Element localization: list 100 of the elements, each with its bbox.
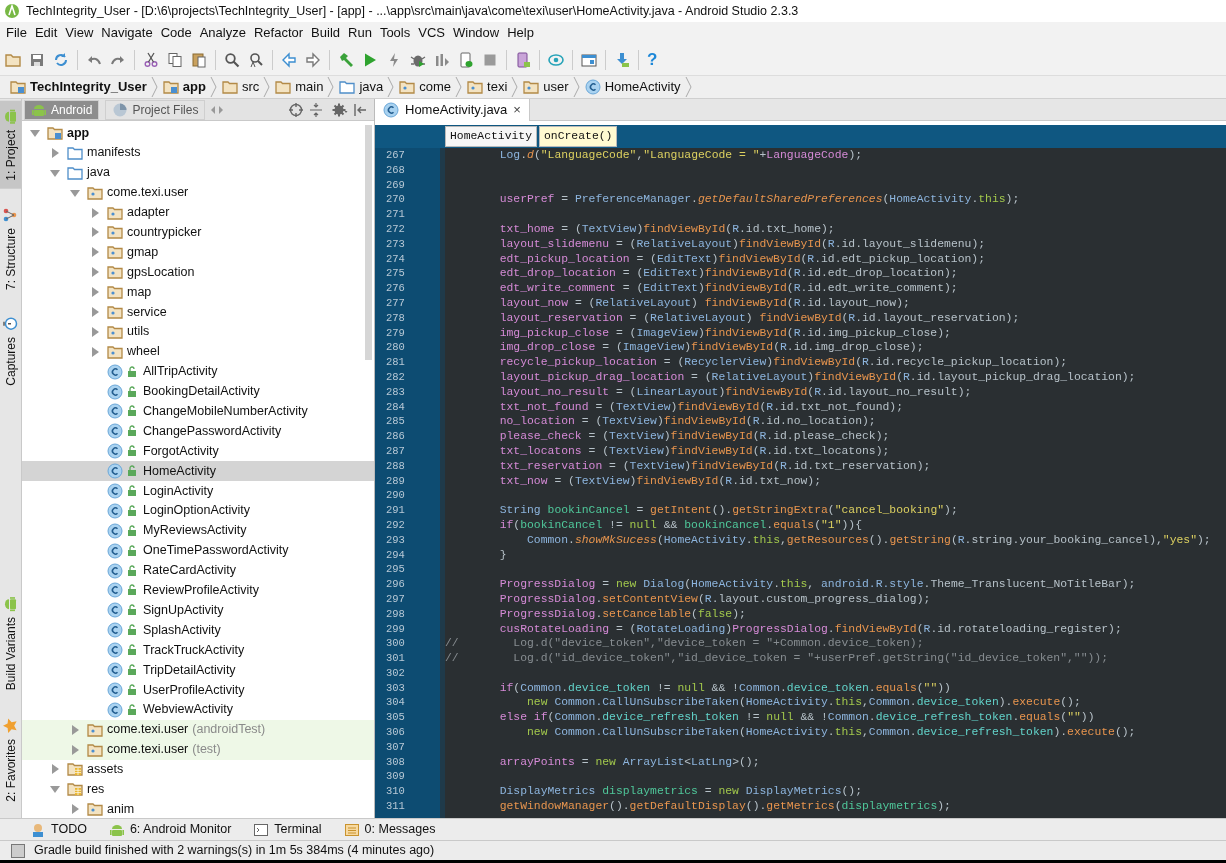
tree-item[interactable]: LoginActivity: [22, 481, 374, 501]
menu-item[interactable]: Run: [344, 23, 376, 43]
tree-item[interactable]: come.texi.user: [22, 182, 374, 203]
menu-item[interactable]: Analyze: [195, 23, 250, 43]
tree-item[interactable]: countrypicker: [22, 222, 374, 243]
tool-window-tab[interactable]: Captures: [0, 307, 21, 394]
context-breadcrumb[interactable]: onCreate(): [539, 125, 618, 148]
save-icon[interactable]: [29, 51, 45, 68]
tree-item[interactable]: ReviewProfileActivity: [22, 580, 374, 601]
paste-icon[interactable]: [191, 51, 207, 68]
copy-icon[interactable]: [167, 51, 183, 68]
menu-item[interactable]: Build: [307, 23, 344, 43]
menu-item[interactable]: VCS: [414, 23, 449, 43]
cut-icon[interactable]: [143, 51, 159, 68]
tree-item[interactable]: ChangePasswordActivity: [22, 421, 374, 442]
menu-item[interactable]: Edit: [30, 23, 62, 43]
tool-window-button[interactable]: TODO: [30, 820, 87, 839]
tool-window-tab[interactable]: 1: Project: [0, 101, 21, 189]
tree-item[interactable]: HomeActivity: [22, 461, 374, 482]
context-breadcrumb[interactable]: HomeActivity: [445, 125, 538, 148]
tree-item[interactable]: adapter: [22, 202, 374, 223]
tree-item[interactable]: UserProfileActivity: [22, 679, 374, 700]
tree-item[interactable]: MyReviewsActivity: [22, 520, 374, 541]
tree-item[interactable]: ForgotActivity: [22, 441, 374, 462]
breadcrumb[interactable]: texi: [463, 76, 520, 98]
tree-item[interactable]: LoginOptionActivity: [22, 500, 374, 521]
hide-icon[interactable]: [352, 101, 368, 118]
tool-window-tab[interactable]: 7: Structure: [0, 198, 21, 298]
open-folder-icon[interactable]: [5, 51, 21, 68]
tree-item[interactable]: RateCardActivity: [22, 560, 374, 581]
tree-item[interactable]: service: [22, 302, 374, 322]
tree-item[interactable]: res: [22, 779, 374, 800]
tree-item[interactable]: anim: [22, 799, 374, 818]
menu-item[interactable]: Window: [448, 23, 504, 43]
tree-item[interactable]: TrackTruckActivity: [22, 640, 374, 661]
pane-tab[interactable]: Project Files: [105, 100, 206, 120]
tree-item[interactable]: gpsLocation: [22, 262, 374, 283]
settings-icon[interactable]: [332, 101, 348, 118]
tree-item[interactable]: manifests: [22, 142, 374, 163]
tool-window-button[interactable]: 6: Android Monitor: [108, 820, 232, 839]
menu-item[interactable]: Tools: [375, 23, 415, 43]
tree-item[interactable]: assets: [22, 759, 374, 780]
bars-icon[interactable]: [434, 51, 450, 68]
close-button[interactable]: ×: [513, 100, 521, 120]
menu-item[interactable]: Help: [503, 23, 538, 43]
tree-item[interactable]: utils: [22, 321, 374, 342]
phone-icon[interactable]: [515, 51, 531, 68]
tree-item[interactable]: java: [22, 162, 374, 183]
tree-item[interactable]: ChangeMobileNumberActivity: [22, 401, 374, 422]
code-line: txt_reservation = (TextView)findViewById(R.id.txt_reservation);: [498, 458, 932, 474]
tree-item[interactable]: wheel: [22, 341, 374, 362]
breadcrumb[interactable]: main: [271, 76, 336, 98]
tree-item[interactable]: AllTripActivity: [22, 361, 374, 382]
tree-item[interactable]: app: [22, 123, 374, 143]
menu-item[interactable]: Navigate: [97, 23, 157, 43]
line-number: 307: [385, 739, 406, 755]
run-icon[interactable]: [362, 51, 378, 68]
breadcrumb[interactable]: come: [395, 76, 464, 98]
lock-icon: [127, 524, 137, 537]
back-icon[interactable]: [281, 51, 297, 68]
window-icon[interactable]: [581, 51, 597, 68]
target-icon[interactable]: [288, 101, 304, 118]
breadcrumb[interactable]: src: [217, 76, 272, 98]
breadcrumb[interactable]: app: [158, 76, 218, 98]
forward-icon[interactable]: [305, 51, 321, 68]
replace-icon[interactable]: [248, 51, 264, 68]
menu-item[interactable]: Refactor: [249, 23, 308, 43]
eye-icon[interactable]: [548, 51, 564, 68]
menu-item[interactable]: View: [61, 23, 98, 43]
tree-item[interactable]: WebviewActivity: [22, 699, 374, 720]
tree-item[interactable]: map: [22, 282, 374, 302]
status-toggle-icon[interactable]: [10, 842, 26, 859]
breadcrumb[interactable]: HomeActivity: [580, 76, 693, 98]
collapse-icon[interactable]: [308, 101, 324, 118]
menu-item[interactable]: File: [2, 23, 31, 43]
tree-item[interactable]: OneTimePasswordActivity: [22, 540, 374, 561]
scrollbar[interactable]: [365, 125, 372, 360]
class-icon: [107, 662, 123, 678]
search-icon[interactable]: [224, 51, 240, 68]
tool-window-tab[interactable]: 2: Favorites: [0, 710, 21, 810]
editor-tab[interactable]: HomeActivity.java ×: [375, 99, 530, 121]
tree-item[interactable]: BookingDetailActivity: [22, 381, 374, 402]
breadcrumb[interactable]: java: [335, 76, 396, 98]
tree-item[interactable]: come.texi.user (test): [22, 739, 374, 760]
tree-item[interactable]: gmap: [22, 242, 374, 263]
line-number: 302: [385, 665, 406, 681]
line-number: 270: [385, 192, 406, 208]
tree-item[interactable]: TripDetailActivity: [22, 660, 374, 680]
hammer-icon[interactable]: [338, 51, 354, 68]
tree-item[interactable]: come.texi.user (androidTest): [22, 719, 374, 740]
tree-item[interactable]: SplashActivity: [22, 620, 374, 641]
device-icon[interactable]: [458, 51, 474, 68]
tool-window-button[interactable]: Terminal: [253, 820, 322, 839]
sync-icon[interactable]: [53, 51, 69, 68]
tool-window-tab[interactable]: Build Variants: [0, 588, 21, 699]
tree-item[interactable]: SignUpActivity: [22, 600, 374, 621]
breadcrumb[interactable]: TechIntegrity_User: [6, 76, 159, 98]
breadcrumb[interactable]: user: [519, 76, 581, 98]
tool-window-button[interactable]: 0: Messages: [343, 820, 436, 839]
menu-item[interactable]: Code: [156, 23, 196, 43]
